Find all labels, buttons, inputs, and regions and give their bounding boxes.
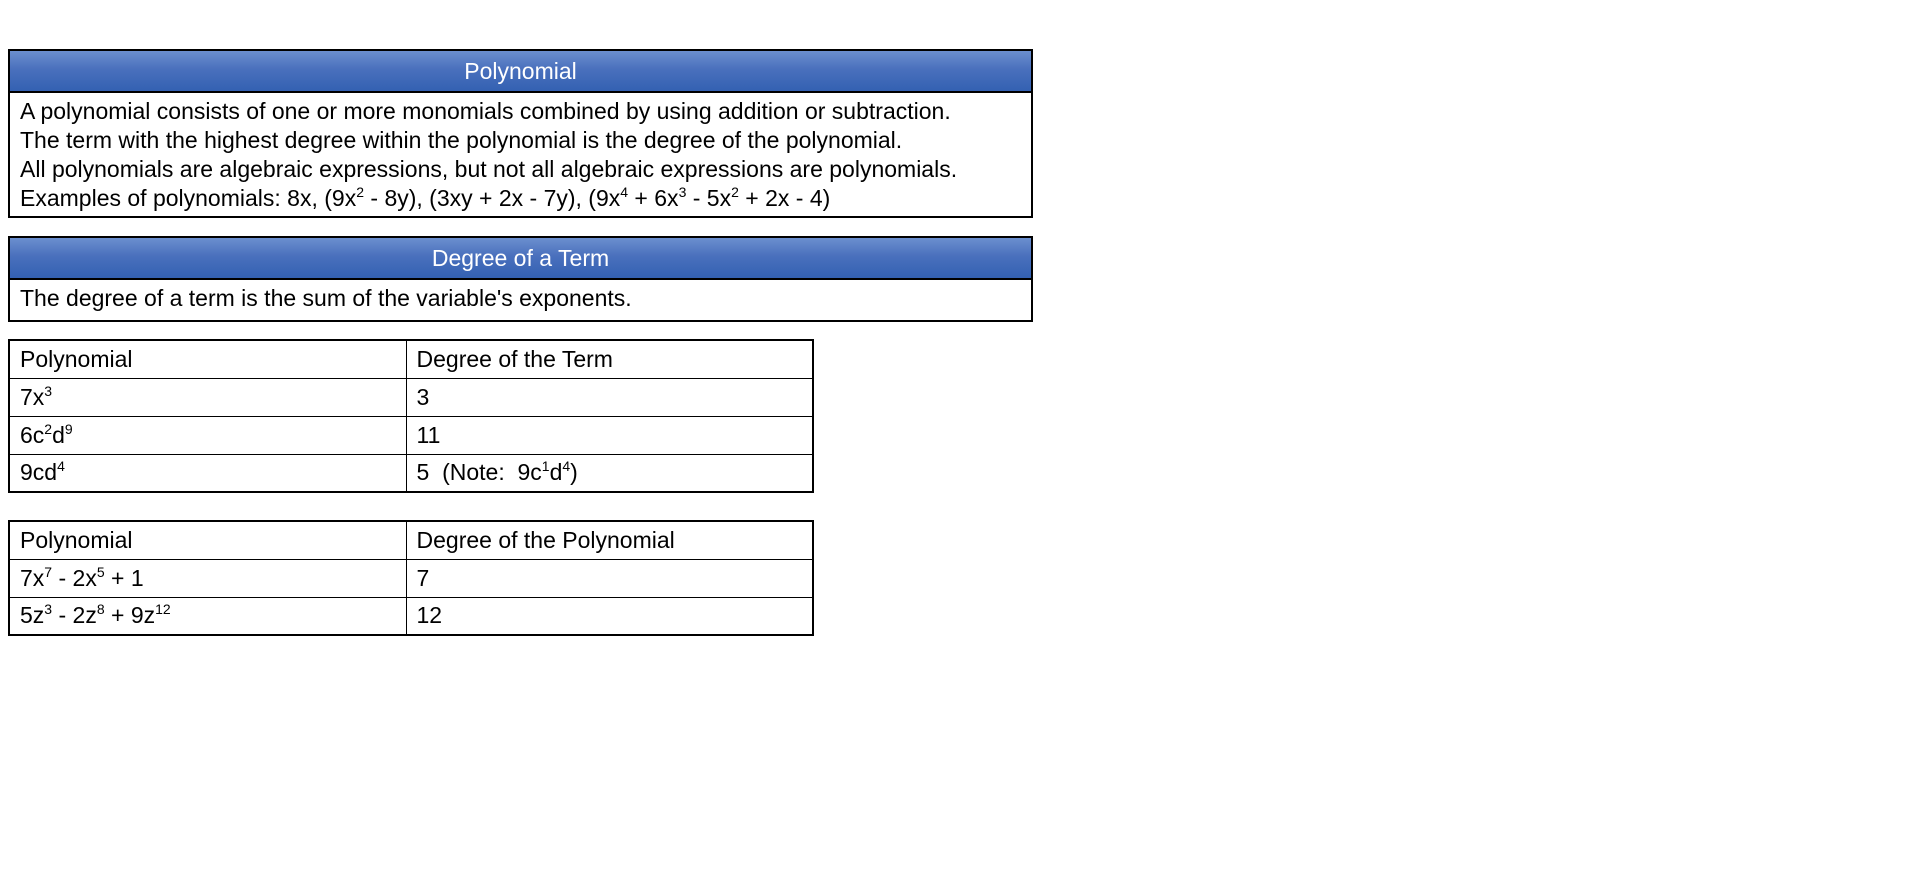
- degree-of-term-text: The degree of a term is the sum of the v…: [20, 285, 632, 311]
- polynomial-degree-table: Polynomial Degree of the Polynomial 7x7 …: [8, 520, 814, 636]
- term-text: d: [52, 421, 65, 448]
- polynomial-box-body: A polynomial consists of one or more mon…: [10, 93, 1031, 215]
- examples-text: - 5x: [686, 185, 732, 211]
- polynomial-degree-line: The term with the highest degree within …: [20, 127, 903, 153]
- polynomial-box: Polynomial A polynomial consists of one …: [8, 49, 1033, 218]
- exponent: 9: [64, 420, 73, 437]
- degree-text: 5 (Note: 9c: [416, 459, 542, 486]
- degree-cell: 7: [405, 558, 814, 598]
- polynomial-cell: 7x3: [8, 377, 407, 417]
- exponent: 4: [620, 184, 629, 200]
- term-text: - 2z: [52, 602, 97, 629]
- degree-of-term-body: The degree of a term is the sum of the v…: [10, 280, 1031, 315]
- polynomial-cell: 7x7 - 2x5 + 1: [8, 558, 407, 598]
- exponent: 5: [96, 563, 105, 580]
- table-row: 7x3 3: [8, 377, 814, 417]
- polynomial-cell: 6c2d9: [8, 415, 407, 455]
- exponent: 3: [44, 601, 53, 618]
- polynomial-cell: 5z3 - 2z8 + 9z12: [8, 596, 407, 636]
- examples-text: Examples of polynomials: 8x, (9x: [20, 185, 357, 211]
- exponent: 12: [155, 601, 171, 618]
- degree-of-term-title: Degree of a Term: [10, 238, 1031, 280]
- table-header-row: Polynomial Degree of the Polynomial: [8, 520, 814, 560]
- table-header-row: Polynomial Degree of the Term: [8, 339, 814, 379]
- header-degree-of-term: Degree of the Term: [405, 339, 814, 379]
- term-text: + 9z: [104, 602, 156, 629]
- degree-of-term-box: Degree of a Term The degree of a term is…: [8, 236, 1033, 322]
- polynomial-examples-line: Examples of polynomials: 8x, (9x2 - 8y),…: [20, 184, 1021, 213]
- term-text: 7x: [20, 564, 45, 591]
- polynomial-cell: 9cd4: [8, 453, 407, 493]
- degree-cell: 5 (Note: 9c1d4): [405, 453, 814, 493]
- examples-text: + 2x - 4): [738, 185, 831, 211]
- polynomial-definition-line: A polynomial consists of one or more mon…: [20, 98, 951, 124]
- table-row: 6c2d9 11: [8, 415, 814, 455]
- header-polynomial: Polynomial: [8, 520, 407, 560]
- header-degree-of-polynomial: Degree of the Polynomial: [405, 520, 814, 560]
- exponent: 2: [356, 184, 364, 200]
- exponent: 4: [562, 458, 571, 475]
- table-row: 7x7 - 2x5 + 1 7: [8, 558, 814, 598]
- exponent: 1: [541, 458, 550, 475]
- term-text: 7x: [20, 383, 45, 410]
- degree-cell: 11: [405, 415, 814, 455]
- exponent: 8: [96, 601, 105, 618]
- degree-cell: 12: [405, 596, 814, 636]
- term-text: 6c: [20, 421, 45, 448]
- degree-text: ): [570, 459, 578, 486]
- table-row: 9cd4 5 (Note: 9c1d4): [8, 453, 814, 493]
- polynomial-algebraic-line: All polynomials are algebraic expression…: [20, 156, 958, 182]
- polynomial-box-title: Polynomial: [10, 51, 1031, 93]
- header-polynomial: Polynomial: [8, 339, 407, 379]
- term-text: + 1: [104, 564, 144, 591]
- examples-text: - 8y), (3xy + 2x - 7y), (9x: [364, 185, 621, 211]
- exponent: 4: [57, 458, 65, 475]
- term-text: - 2x: [52, 564, 97, 591]
- exponent: 3: [44, 382, 53, 399]
- degree-text: d: [549, 459, 563, 486]
- term-text: 9cd: [20, 459, 58, 486]
- degree-cell: 3: [405, 377, 814, 417]
- exponent: 2: [44, 420, 53, 437]
- term-degree-table: Polynomial Degree of the Term 7x3 3 6c2d…: [8, 339, 814, 493]
- exponent: 7: [44, 563, 53, 580]
- examples-text: + 6x: [628, 185, 679, 211]
- exponent: 2: [731, 184, 739, 200]
- term-text: 5z: [20, 602, 45, 629]
- table-row: 5z3 - 2z8 + 9z12 12: [8, 596, 814, 636]
